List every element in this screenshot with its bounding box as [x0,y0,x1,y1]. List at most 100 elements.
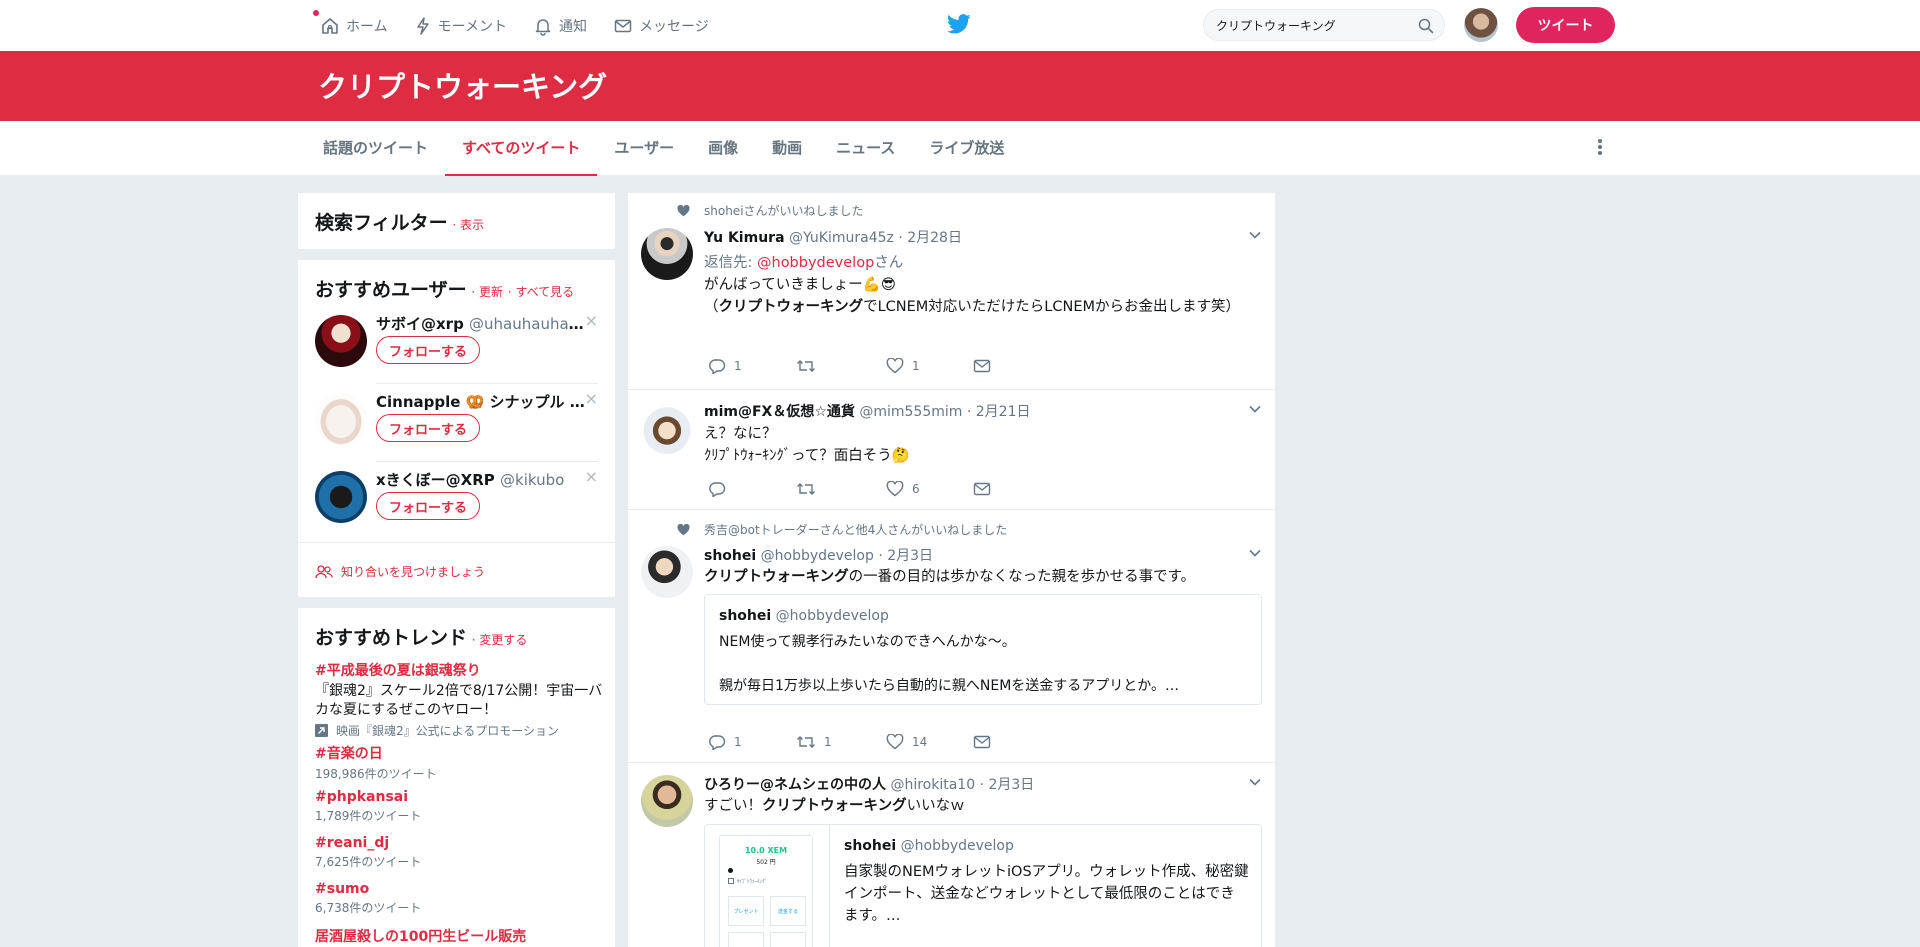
tab-videos[interactable]: 動画 [755,121,819,176]
quoted-author-handle: @hobbydevelop [775,608,889,624]
avatar[interactable] [641,402,693,454]
envelope-icon [973,735,991,749]
trend-item[interactable]: #reani_dj 7,625件のツイート [315,835,605,870]
author-handle[interactable]: @hobbydevelop [761,548,874,564]
quoted-tweet[interactable]: shohei @hobbydevelop NEM使って親孝行みたいなのできへんか… [704,594,1262,705]
search-icon[interactable] [1418,18,1434,34]
dismiss-icon[interactable]: × [585,389,598,408]
search-box [1203,9,1445,41]
direct-message-button[interactable] [973,481,991,497]
dismiss-icon[interactable]: × [585,467,598,486]
chevron-down-icon[interactable] [1248,402,1262,416]
trend-count: 6,738件のツイート [315,901,422,915]
search-filters-card: 検索フィルター · 表示 [298,193,615,249]
tweet-date[interactable]: · 2月3日 [980,777,1035,793]
chevron-down-icon[interactable] [1248,546,1262,560]
search-filters-show-link[interactable]: · 表示 [452,218,484,232]
follow-button[interactable]: フォローする [376,336,481,364]
tweet-text: すごい！クリプトウォーキングいいなｗ [704,798,965,814]
nav-home[interactable]: ホーム [313,0,388,51]
trend-description: 『銀魂2』スケール2倍で8/17公開！宇宙一バカな夏にするぜこのヤロー！ [315,683,603,718]
retweet-button[interactable]: 1 [796,734,832,750]
trend-item[interactable]: #phpkansai 1,789件のツイート [315,789,605,824]
suggested-user: Cinnapple 🥨 シナップル @cinnapple フォローする × [315,384,598,462]
trend-count: 198,986件のツイート [315,767,437,781]
avatar[interactable] [315,315,367,367]
direct-message-button[interactable] [973,734,991,750]
author-name[interactable]: mim@FX＆仮想☆通貨 [704,404,855,420]
dismiss-icon[interactable]: × [585,311,598,330]
tweet[interactable]: shoheiさんがいいねしました Yu Kimura @YuKimura45z … [628,193,1275,390]
reply-icon [709,735,726,750]
chevron-down-icon[interactable] [1248,228,1262,242]
chevron-down-icon[interactable] [1248,775,1262,789]
user-name[interactable]: Cinnapple 🥨 シナップル @cinnapple [376,391,586,412]
who-to-follow-card: おすすめユーザー · 更新 · すべて見る サボイ@xrp @uhauhauha… [298,260,615,597]
find-friends-label: 知り合いを見つけましょう [341,565,486,579]
tweet-date[interactable]: · 2月3日 [878,548,933,564]
avatar[interactable] [315,471,367,523]
nav-home-label: ホーム [346,18,388,35]
tab-users[interactable]: ユーザー [597,121,691,176]
more-options-icon[interactable] [1594,135,1606,159]
refresh-link[interactable]: · 更新 [471,285,503,299]
author-name[interactable]: shohei [704,548,756,564]
retweet-button[interactable] [796,358,824,374]
retweet-icon [797,483,815,495]
trend-item[interactable]: #音楽の日 198,986件のツイート [315,743,605,782]
search-tabs-bar: 話題のツイート すべてのツイート ユーザー 画像 動画 ニュース ライブ放送 [0,121,1920,176]
nav-moments[interactable]: モーメント [414,0,507,51]
author-handle[interactable]: @mim555mim [859,404,962,420]
avatar[interactable] [641,546,693,598]
tab-news[interactable]: ニュース [819,121,912,176]
change-trends-link[interactable]: · 変更する [472,633,528,647]
reply-to-link[interactable]: @hobbydevelop [757,255,874,271]
author-handle[interactable]: @YuKimura45z [789,230,894,246]
tweet[interactable]: mim@FX＆仮想☆通貨 @mim555mim · 2月21日 え？なに？ ｸﾘ… [628,390,1275,510]
tweet[interactable]: 秀吉@botトレーダーさんと他4人さんがいいねしました shohei @hobb… [628,510,1275,763]
reply-button[interactable]: 1 [708,358,742,374]
trend-item[interactable]: 居酒屋殺しの100円生ビール販売 [315,926,605,946]
follow-button[interactable]: フォローする [376,492,481,520]
user-name[interactable]: xきくぼー@XRP @kikubo [376,469,586,490]
reply-button[interactable]: 1 [708,734,742,750]
trend-item[interactable]: #sumo 6,738件のツイート [315,881,605,916]
view-all-link[interactable]: · すべて見る [508,285,574,299]
trend-item[interactable]: #平成最後の夏は銀魂祭り 『銀魂2』スケール2倍で8/17公開！宇宙一バカな夏に… [315,660,605,739]
tweet-date[interactable]: · 2月28日 [898,230,962,246]
direct-message-button[interactable] [973,358,991,374]
tab-images[interactable]: 画像 [691,121,755,176]
avatar[interactable] [641,775,693,827]
like-button[interactable]: 1 [886,358,920,374]
tab-latest[interactable]: すべてのツイート [445,121,598,176]
nav-messages[interactable]: メッセージ [613,0,709,51]
heart-icon [886,734,904,750]
quoted-tweet-card[interactable]: 10.0 XEM 502 円 ｻｲﾌﾟﾄｳｫｰｷﾝｸﾞ プレゼント 送金する s… [704,824,1262,947]
trend-name: 居酒屋殺しの100円生ビール販売 [315,929,527,945]
like-button[interactable]: 6 [886,481,920,497]
retweet-button[interactable] [796,481,824,497]
follow-button[interactable]: フォローする [376,414,481,442]
author-handle[interactable]: @hirokita10 [890,777,975,793]
tweet[interactable]: ひろりー@ネムシェの中の人 @hirokita10 · 2月3日 すごい！クリプ… [628,763,1275,947]
search-input[interactable] [1216,15,1416,35]
tab-broadcasts[interactable]: ライブ放送 [912,121,1021,176]
reply-button[interactable] [708,481,734,497]
twitter-bird-icon[interactable] [947,13,971,35]
tab-top[interactable]: 話題のツイート [306,121,445,176]
nav-notifications[interactable]: 通知 [533,0,587,51]
author-name[interactable]: Yu Kimura [704,230,785,246]
envelope-icon [614,19,632,32]
tweet-date[interactable]: · 2月21日 [967,404,1031,420]
nav-list: ホーム モーメント 通知 メッセージ [313,0,735,51]
like-button[interactable]: 14 [886,734,927,750]
trend-name: #reani_dj [315,835,390,851]
compose-tweet-button[interactable]: ツイート [1516,7,1615,43]
reply-icon [709,359,726,374]
avatar[interactable] [315,393,367,445]
avatar[interactable] [641,228,693,280]
user-name[interactable]: サボイ@xrp @uhauhauhauha [376,313,586,334]
user-avatar-button[interactable] [1464,8,1498,42]
find-friends-link[interactable]: 知り合いを見つけましょう [315,563,485,580]
author-name[interactable]: ひろりー@ネムシェの中の人 [704,777,886,793]
